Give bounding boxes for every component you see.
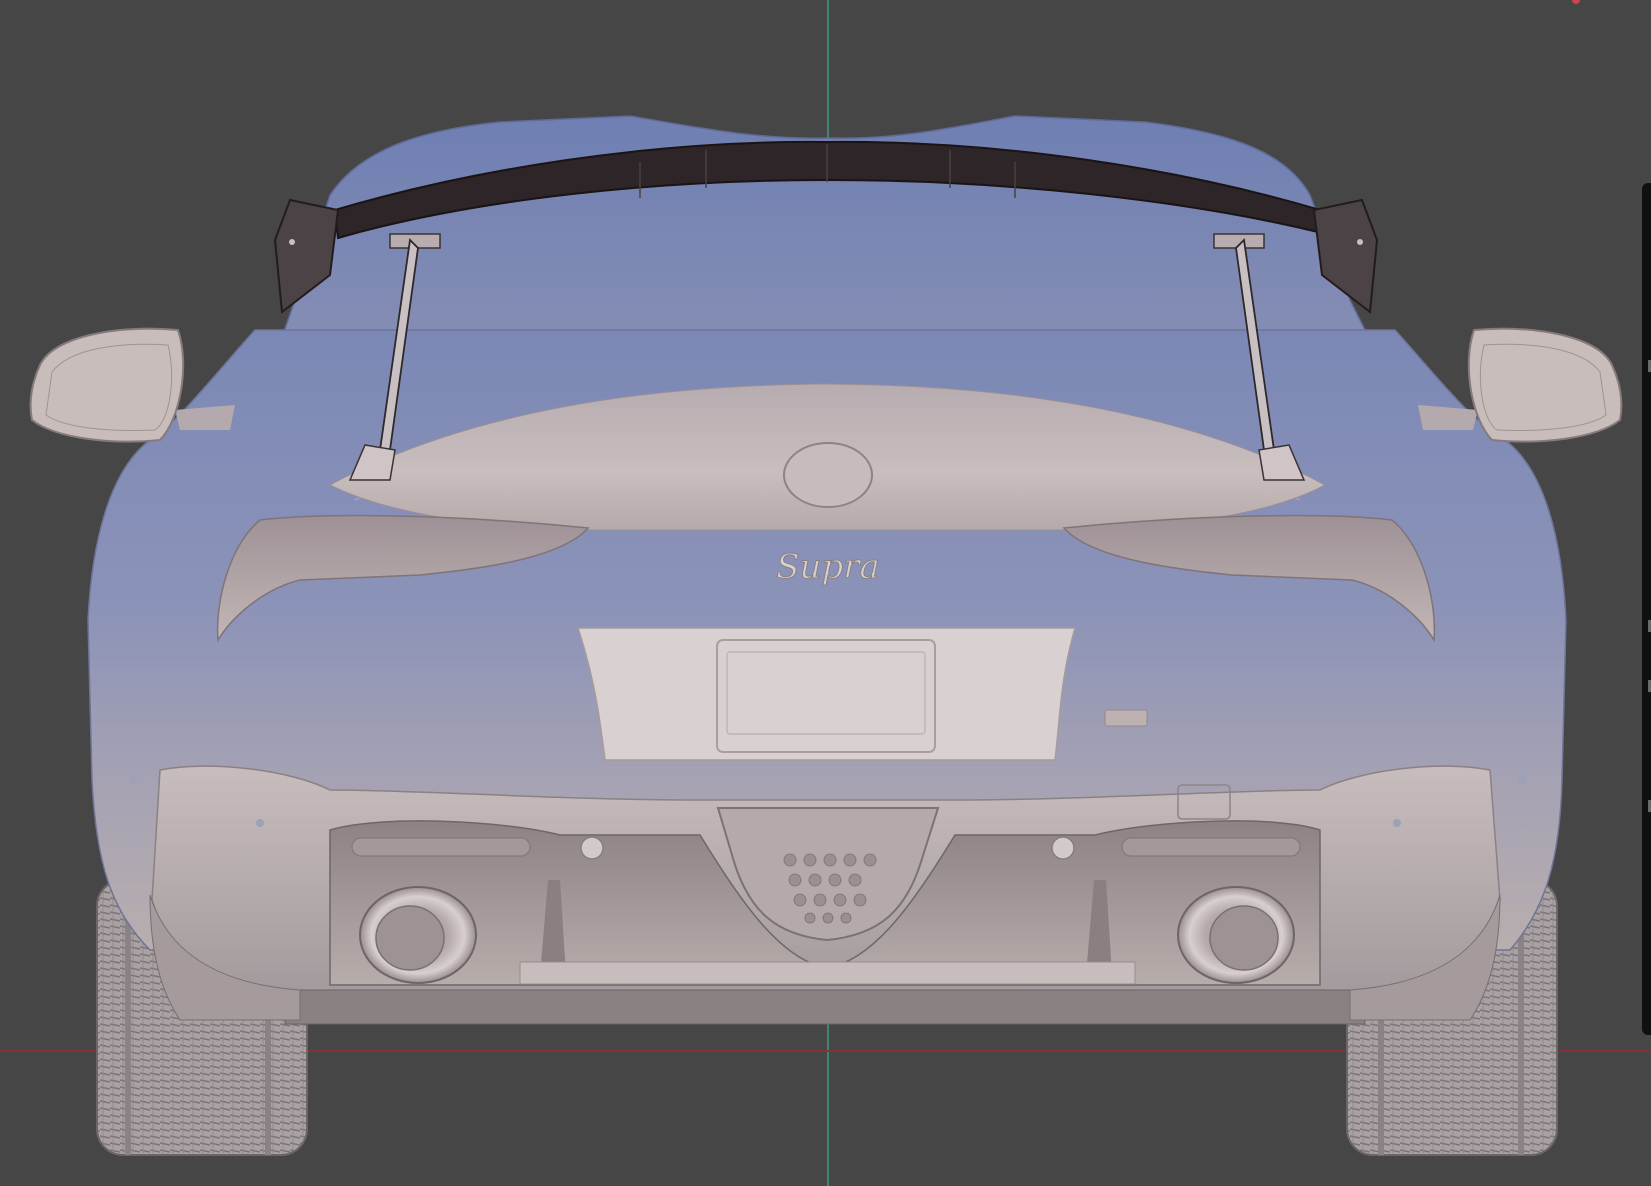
body-marker-4 xyxy=(1518,776,1526,784)
right-side-mirror[interactable] xyxy=(1418,327,1623,443)
model-badge: Supra xyxy=(776,547,879,587)
car-model-render[interactable]: Supra xyxy=(0,0,1651,1186)
parking-sensor-right xyxy=(1051,836,1075,860)
license-plate-recess xyxy=(576,627,1076,761)
right-exhaust-tip[interactable] xyxy=(1177,886,1295,984)
right-reflector xyxy=(1121,837,1301,857)
side-panel-edge[interactable] xyxy=(1642,183,1651,1035)
body-marker-1 xyxy=(129,776,137,784)
grade-badge xyxy=(1104,709,1148,727)
rear-emblem[interactable] xyxy=(783,442,873,508)
body-marker-3 xyxy=(1393,819,1401,827)
left-reflector xyxy=(351,837,531,857)
parking-sensor-left xyxy=(580,836,604,860)
undertray xyxy=(519,961,1136,985)
body-marker-2 xyxy=(256,819,264,827)
left-exhaust-tip[interactable] xyxy=(359,886,477,984)
3d-viewport[interactable]: Supra xyxy=(0,0,1651,1186)
left-side-mirror[interactable] xyxy=(29,327,235,443)
